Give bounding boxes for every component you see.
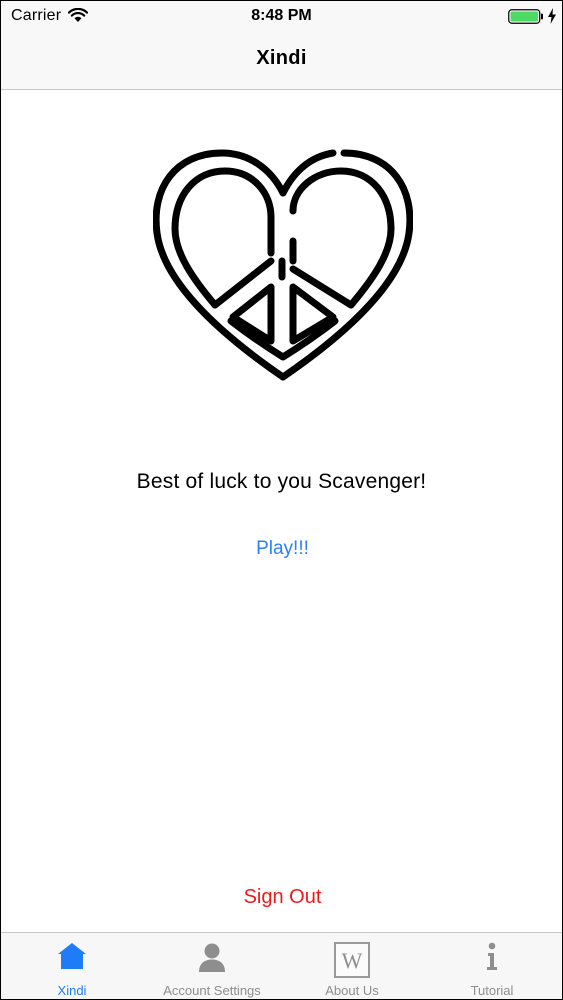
tab-xindi[interactable]: Xindi [2,933,142,999]
tab-tutorial[interactable]: Tutorial [422,933,562,999]
svg-text:W: W [342,948,363,973]
play-button[interactable]: Play!!! [231,538,334,560]
info-icon [484,942,500,977]
navigation-bar: Xindi [1,31,562,90]
peace-heart-logo [152,149,414,386]
tab-label: Account Settings [163,983,261,998]
tab-about-us[interactable]: W About Us [282,933,422,999]
wikipedia-icon: W [334,942,370,983]
sign-out-button[interactable]: Sign Out [211,886,354,909]
tab-account-settings[interactable]: Account Settings [142,933,282,999]
tab-label: Xindi [57,983,87,998]
home-icon [57,942,87,975]
person-icon [197,942,227,977]
app-screen: Carrier 8:48 PM Xindi Best of luck to yo… [0,0,563,1000]
tab-label: Tutorial [470,983,514,998]
battery-icon [508,9,544,30]
page-title: Xindi [256,47,307,69]
tab-label: About Us [325,983,379,998]
tab-bar: Xindi Account Settings W About Us Tutori… [1,932,562,999]
status-bar: Carrier 8:48 PM [1,1,562,31]
status-time: 8:48 PM [251,7,312,24]
welcome-message: Best of luck to you Scavenger! [136,470,427,493]
charging-bolt-icon [547,8,557,29]
